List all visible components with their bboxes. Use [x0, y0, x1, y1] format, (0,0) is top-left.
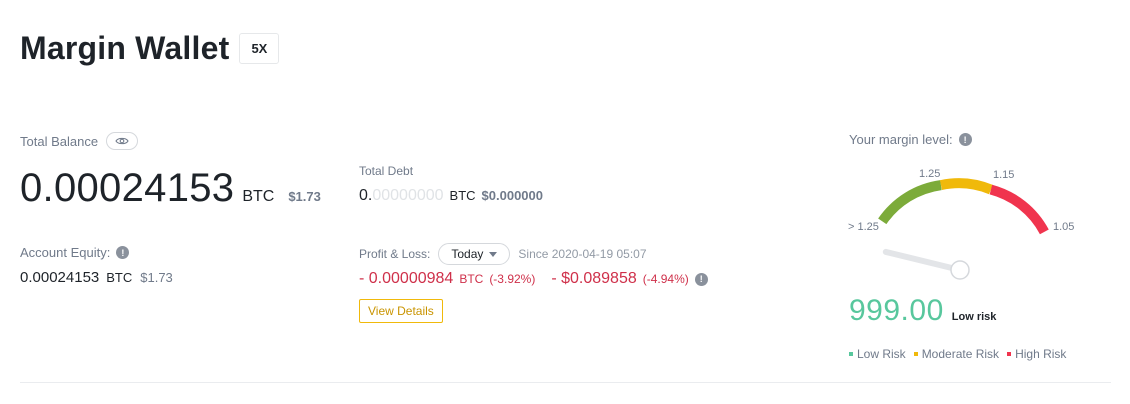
total-balance-label: Total Balance — [20, 133, 99, 149]
total-debt: 0. 00000000 BTC $0.000000 — [359, 187, 543, 205]
pnl-btc-unit: BTC — [459, 272, 484, 286]
legend-item-low: Low Risk — [849, 347, 906, 361]
total-debt-value-faint: 00000000 — [372, 187, 444, 204]
legend-label: Low Risk — [857, 347, 906, 361]
page-title: Margin Wallet — [20, 30, 230, 66]
info-icon[interactable]: ! — [694, 272, 708, 286]
account-equity-value: 0.00024153 — [20, 269, 100, 286]
info-icon[interactable]: ! — [116, 246, 130, 259]
account-equity-unit: BTC — [106, 270, 133, 285]
eye-icon — [115, 137, 129, 145]
pnl-btc-percent: (-3.92%) — [489, 272, 536, 286]
total-debt-unit: BTC — [449, 188, 476, 203]
total-debt-label-row: Total Debt — [359, 162, 413, 180]
account-equity-usd: $1.73 — [140, 270, 173, 285]
pnl-usd-percent: (-4.94%) — [642, 272, 689, 286]
chevron-down-icon — [489, 251, 498, 257]
gauge-arc-low — [878, 180, 942, 225]
account-equity: 0.00024153 BTC $1.73 — [20, 269, 173, 286]
divider — [20, 382, 1111, 383]
total-debt-label: Total Debt — [359, 164, 414, 178]
total-balance-label-row: Total Balance — [20, 132, 139, 150]
total-balance-usd: $1.73 — [288, 189, 321, 204]
header: Margin Wallet 5X — [20, 30, 280, 67]
period-select-value: Today — [451, 247, 484, 261]
account-equity-label-row: Account Equity: ! — [20, 245, 130, 260]
gauge-label-top-right: 1.15 — [993, 169, 1014, 181]
legend-item-high: High Risk — [1007, 347, 1066, 361]
margin-level-value: 999.00 — [849, 294, 944, 327]
legend-label: High Risk — [1015, 347, 1067, 361]
profit-loss-label: Profit & Loss: — [359, 247, 431, 261]
margin-level-label-row: Your margin level: ! — [849, 132, 972, 147]
leverage-badge[interactable]: 5X — [239, 33, 280, 64]
account-equity-label: Account Equity: — [20, 245, 111, 260]
legend-swatch — [913, 352, 918, 356]
total-debt-usd: $0.000000 — [481, 188, 543, 203]
since-timestamp: Since 2020-04-19 05:07 — [518, 247, 647, 261]
total-balance: 0.00024153 BTC $1.73 — [20, 166, 321, 211]
gauge-pivot — [950, 260, 970, 280]
legend-item-moderate: Moderate Risk — [913, 347, 1000, 361]
profit-loss-values: - 0.00000984 BTC (-3.92%) - $0.089858 (-… — [359, 270, 708, 288]
total-debt-value-lead: 0. — [359, 187, 373, 204]
gauge-label-left: > 1.25 — [848, 221, 879, 233]
gauge-label-right: 1.05 — [1053, 221, 1074, 233]
margin-gauge: > 1.25 1.25 1.15 1.05 — [848, 168, 1074, 280]
profit-loss-header: Profit & Loss: Today Since 2020-04-19 05… — [359, 243, 647, 265]
total-balance-unit: BTC — [242, 188, 275, 205]
toggle-visibility-button[interactable] — [106, 132, 139, 150]
risk-legend: Low Risk Moderate Risk High Risk — [849, 347, 1074, 361]
pnl-usd-value: - $0.089858 — [551, 270, 637, 287]
legend-swatch — [1007, 352, 1012, 356]
gauge-arc-high — [989, 184, 1049, 235]
view-details-button[interactable]: View Details — [359, 299, 443, 323]
legend-label: Moderate Risk — [921, 347, 1000, 361]
pnl-btc-value: - 0.00000984 — [359, 270, 454, 287]
gauge-needle — [882, 248, 963, 273]
period-select[interactable]: Today — [438, 243, 511, 265]
info-icon[interactable]: ! — [958, 133, 972, 146]
gauge-label-top-left: 1.25 — [919, 168, 940, 180]
legend-swatch — [849, 352, 853, 356]
margin-level-label: Your margin level: — [849, 132, 953, 147]
gauge-arc-moderate — [939, 178, 993, 195]
margin-risk-text: Low risk — [951, 311, 997, 323]
total-balance-value: 0.00024153 — [20, 166, 235, 210]
margin-level: 999.00 Low risk — [849, 294, 996, 328]
